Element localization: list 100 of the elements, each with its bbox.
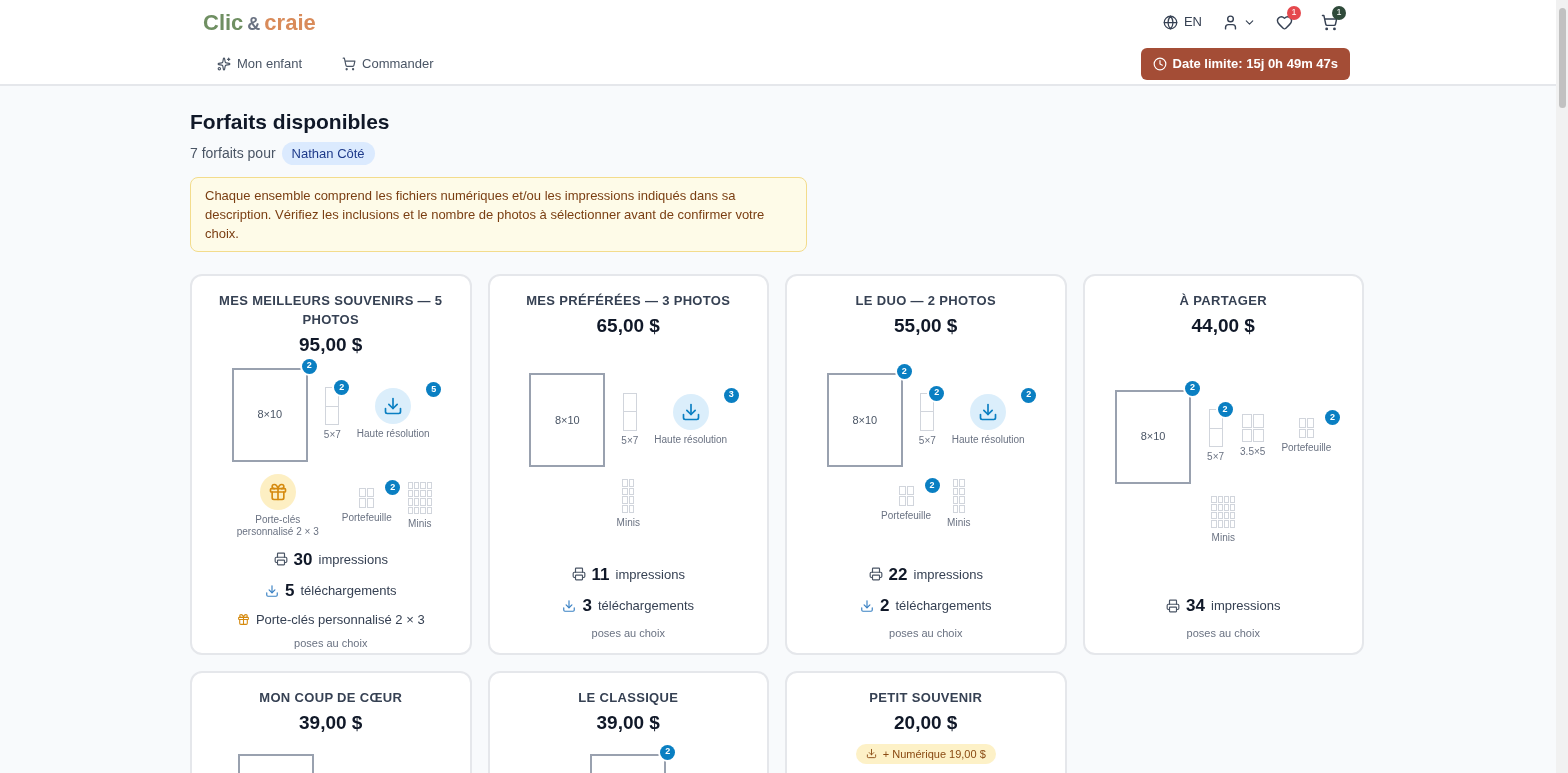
package-title: LE DUO — 2 PHOTOS: [854, 292, 997, 310]
package-card[interactable]: LE CLASSIQUE 39,00 $ 2: [487, 671, 769, 773]
item-label: Portefeuille: [1281, 442, 1332, 455]
account-button[interactable]: [1222, 13, 1256, 31]
item-label: Haute résolution: [951, 433, 1025, 446]
sparkles-icon: [217, 57, 231, 71]
package-note: poses au choix: [1185, 625, 1261, 641]
clock-icon: [1152, 57, 1167, 71]
package-title: MES PRÉFÉRÉES — 3 PHOTOS: [525, 292, 732, 310]
item-label: 8×10: [554, 412, 580, 428]
scrollbar[interactable]: [1556, 0, 1568, 773]
package-title: MON COUP DE CŒUR: [258, 689, 404, 707]
item-label: Minis: [947, 516, 971, 530]
stat-count: 5: [284, 580, 295, 602]
stat-count: 30: [293, 548, 313, 571]
notification-badge: 1: [1287, 5, 1301, 20]
package-card[interactable]: MON COUP DE CŒUR 39,00 $: [190, 671, 472, 773]
cart-button[interactable]: 1: [1321, 5, 1346, 31]
print-sheet-icon: [1241, 414, 1264, 443]
favorites-button[interactable]: 1: [1276, 5, 1301, 31]
count-badge: 2: [1185, 380, 1201, 396]
package-note: poses au choix: [590, 625, 666, 641]
child-name-badge: Nathan Côté: [281, 141, 375, 165]
package-card[interactable]: PETIT SOUVENIR 20,00 $ + Numérique 19,00 $: [785, 671, 1067, 773]
printer-icon: [868, 567, 883, 582]
package-card[interactable]: À PARTAGER 44,00 $ 8×10 2 2 5×7 3.5×5 2 Portefeuille Minis 34 impressions poses au choix: [1082, 274, 1364, 655]
item-label: Portefeuille: [881, 509, 932, 523]
package-note: poses au choix: [888, 625, 964, 641]
package-title: À PARTAGER: [1178, 292, 1268, 310]
print-frame: [622, 392, 637, 431]
user-icon: [1222, 13, 1239, 31]
package-card[interactable]: MES PRÉFÉRÉES — 3 PHOTOS 65,00 $ 8×10 5×7 3 Haute résolution Minis 11 impressions 3 téléchargements poses au choix: [487, 274, 769, 655]
nav-link[interactable]: Commander: [328, 50, 448, 78]
package-note: poses au choix: [293, 636, 369, 651]
item-label: 5×7: [621, 434, 639, 447]
item-label: 8×10: [1140, 429, 1166, 445]
item-label: 5×7: [918, 434, 936, 447]
nav-link[interactable]: Mon enfant: [203, 50, 317, 78]
count-badge: 2: [929, 385, 945, 401]
package-price: 55,00 $: [893, 314, 959, 338]
stat-text: Porte-clés personnalisé 2 × 3: [255, 610, 425, 629]
heart-icon: [1276, 13, 1293, 31]
printer-icon: [1166, 598, 1181, 613]
count-badge: 2: [924, 477, 940, 493]
package-title: LE CLASSIQUE: [577, 689, 680, 707]
count-badge: 2: [334, 380, 350, 396]
package-card[interactable]: [190, 274, 472, 655]
stat-text: impressions: [1211, 597, 1281, 615]
item-label: Minis: [1211, 531, 1235, 544]
printer-icon: [571, 567, 586, 582]
language-button[interactable]: EN: [1162, 12, 1202, 32]
gift-icon: [236, 612, 250, 626]
count-badge: 2: [301, 358, 317, 374]
item-label: Porte-clés personnalisé 2 × 3: [235, 513, 320, 539]
item-label: Portefeuille: [341, 511, 392, 525]
item-label: 8×10: [257, 407, 283, 423]
deadline-badge: Date limite: 15j 0h 49m 47s: [1140, 48, 1350, 80]
printer-icon: [273, 552, 288, 567]
package-price: 65,00 $: [595, 314, 661, 338]
item-label: Minis: [408, 517, 432, 531]
print-frame: [325, 387, 340, 426]
stat-text: impressions: [318, 550, 388, 569]
stat-text: téléchargements: [597, 597, 695, 615]
print-frame: [920, 392, 935, 431]
package-card[interactable]: LE DUO — 2 PHOTOS 55,00 $ 8×10 2 2 5×7 2 Haute résolution 2 Portefeuille Minis 22 impressions 2 téléchargements poses au choix: [785, 274, 1067, 655]
stat-count: 34: [1186, 595, 1206, 617]
count-badge: 3: [723, 387, 739, 403]
stat-text: téléchargements: [895, 597, 992, 615]
print-sheet-icon: [1298, 418, 1314, 439]
stat-count: 2: [879, 595, 890, 617]
stat-text: impressions: [913, 565, 983, 584]
print-sheet-icon: [898, 485, 914, 506]
item-label: Haute résolution: [654, 433, 728, 446]
count-badge: 2: [1021, 387, 1037, 403]
item-label: 3.5×5: [1240, 446, 1266, 459]
item-label: 5×7: [323, 429, 341, 442]
cart-icon: [342, 57, 357, 71]
package-count: 7 forfaits pour: [190, 143, 276, 163]
gift-icon: [259, 473, 296, 510]
digital-addon-badge: + Numérique 19,00 $: [855, 743, 996, 764]
print-sheet-icon: [622, 478, 635, 513]
download-icon: [672, 393, 709, 430]
download-icon: [375, 388, 412, 425]
count-badge: 5: [426, 382, 442, 398]
item-label: 5×7: [1207, 451, 1225, 464]
package-title: PETIT SOUVENIR: [868, 689, 984, 707]
package-price: 44,00 $: [1190, 314, 1256, 338]
cart-icon: [1321, 13, 1338, 31]
stat-count: 22: [888, 563, 908, 586]
package-price: 95,00 $: [298, 333, 364, 357]
print-sheet-icon: [407, 481, 432, 514]
package-price: 20,00 $: [893, 711, 959, 735]
print-sheet-icon: [952, 478, 965, 513]
notification-badge: 1: [1332, 5, 1346, 20]
item-label: 8×10: [852, 412, 878, 428]
package-price: 39,00 $: [595, 711, 661, 735]
item-label: Minis: [616, 516, 640, 530]
package-price: 39,00 $: [298, 711, 364, 735]
count-badge: 2: [1324, 410, 1340, 426]
logo[interactable]: Clic & craie: [203, 5, 316, 39]
